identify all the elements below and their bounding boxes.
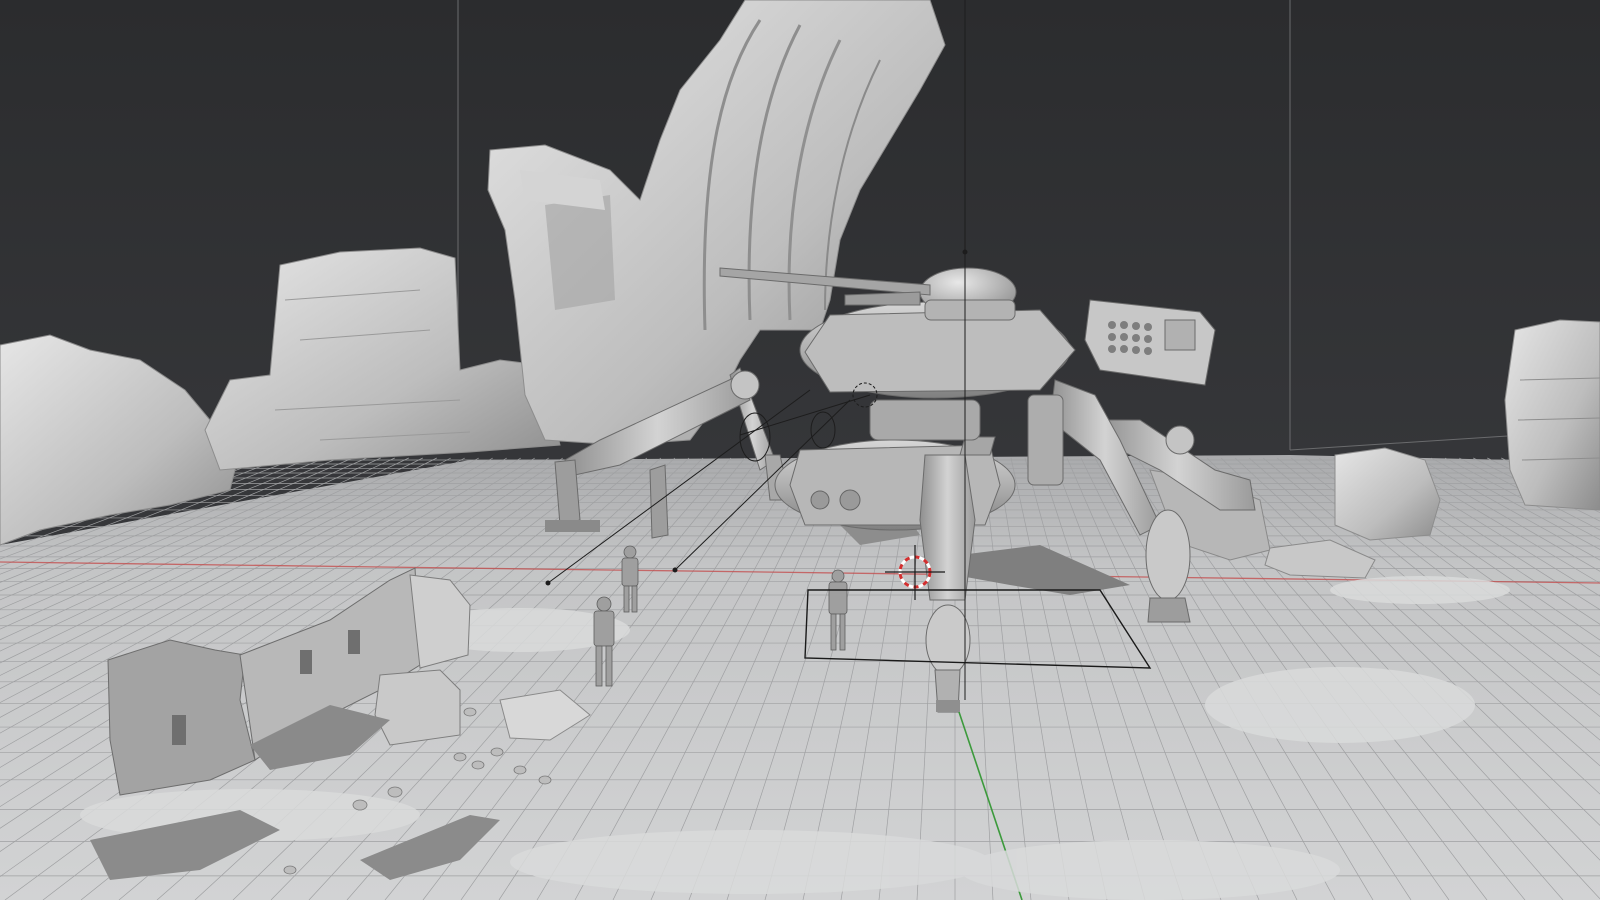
3d-viewport[interactable] xyxy=(0,0,1600,900)
viewport-scene[interactable] xyxy=(0,0,1600,900)
